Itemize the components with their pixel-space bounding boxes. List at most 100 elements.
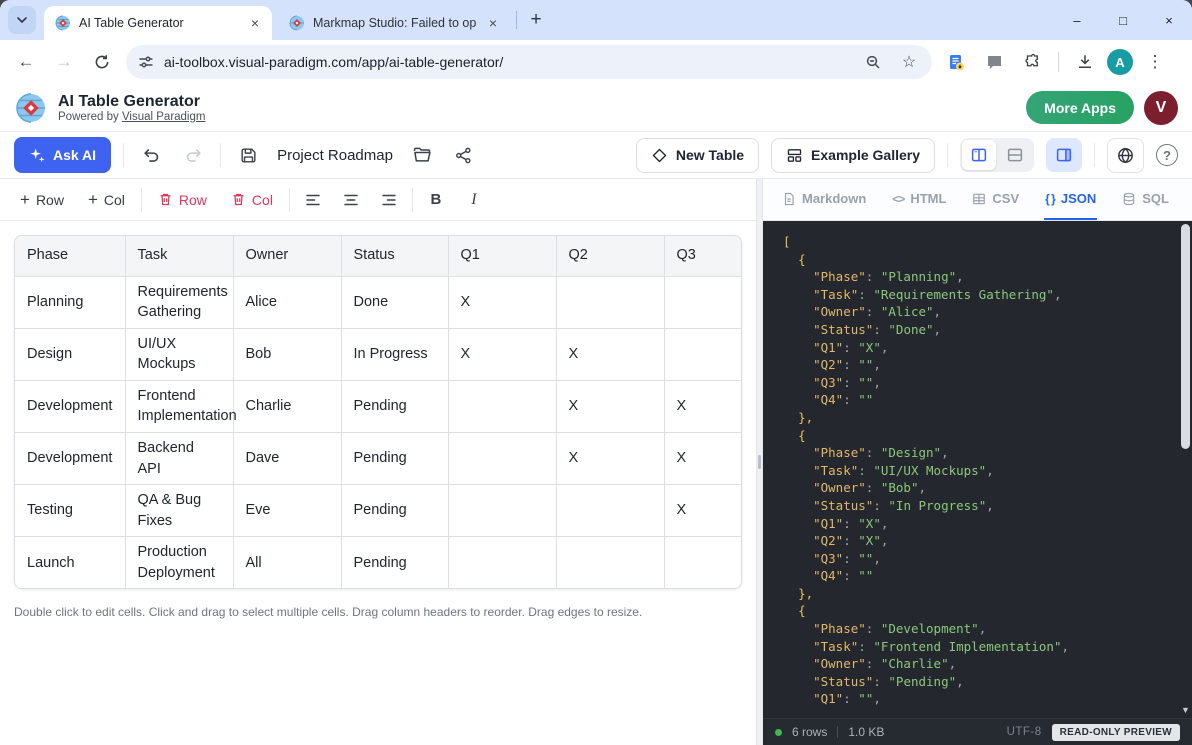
reading-mode-icon[interactable] xyxy=(940,46,972,78)
column-header[interactable]: Q3 xyxy=(664,236,741,276)
tab-close-icon[interactable]: × xyxy=(484,14,502,32)
table-cell[interactable] xyxy=(448,380,556,432)
align-center-icon[interactable] xyxy=(336,185,366,215)
column-header[interactable]: Phase xyxy=(15,236,125,276)
table-cell[interactable]: Pending xyxy=(341,380,448,432)
table-cell[interactable] xyxy=(556,537,664,589)
column-header[interactable]: Q2 xyxy=(556,236,664,276)
table-cell[interactable] xyxy=(556,485,664,537)
delete-row-button[interactable]: Row xyxy=(150,185,215,215)
table-cell[interactable]: Charlie xyxy=(233,380,341,432)
extensions-puzzle-icon[interactable] xyxy=(1016,46,1048,78)
table-cell[interactable]: X xyxy=(556,432,664,484)
browser-menu-icon[interactable]: ⋮ xyxy=(1139,46,1171,78)
table-cell[interactable]: Alice xyxy=(233,276,341,328)
table-cell[interactable]: X xyxy=(556,380,664,432)
table-cell[interactable] xyxy=(448,485,556,537)
tab-json[interactable]: { } JSON xyxy=(1044,179,1097,220)
redo-button[interactable] xyxy=(178,140,208,170)
table-cell[interactable]: Launch xyxy=(15,537,125,589)
column-header[interactable]: Status xyxy=(341,236,448,276)
tab-close-icon[interactable]: × xyxy=(246,14,264,32)
language-globe-icon[interactable] xyxy=(1107,138,1144,173)
table-cell[interactable]: Design xyxy=(15,328,125,380)
table-cell[interactable]: All xyxy=(233,537,341,589)
ask-ai-button[interactable]: Ask AI xyxy=(14,137,111,173)
address-bar[interactable]: ai-toolbox.visual-paradigm.com/app/ai-ta… xyxy=(126,45,932,79)
table-cell[interactable]: X xyxy=(664,380,741,432)
more-apps-button[interactable]: More Apps xyxy=(1026,91,1134,124)
add-row-button[interactable]: + Row xyxy=(12,185,72,215)
table-cell[interactable]: Development xyxy=(15,432,125,484)
table-cell[interactable]: Planning xyxy=(15,276,125,328)
table-cell[interactable] xyxy=(664,537,741,589)
share-icon[interactable] xyxy=(449,140,479,170)
table-cell[interactable] xyxy=(556,276,664,328)
new-table-button[interactable]: New Table xyxy=(636,138,759,173)
code-scrollbar[interactable]: ▼ xyxy=(1178,221,1192,718)
table-cell[interactable]: Bob xyxy=(233,328,341,380)
reload-button[interactable] xyxy=(86,46,118,78)
column-header[interactable]: Task xyxy=(125,236,233,276)
align-left-icon[interactable] xyxy=(298,185,328,215)
table-cell[interactable] xyxy=(448,432,556,484)
back-button[interactable]: ← xyxy=(10,46,42,78)
browser-profile-avatar[interactable]: A xyxy=(1107,49,1133,75)
new-tab-button[interactable]: + xyxy=(523,7,549,33)
table-cell[interactable]: Production Deployment xyxy=(125,537,233,589)
table-cell[interactable]: QA & Bug Fixes xyxy=(125,485,233,537)
comment-icon[interactable] xyxy=(978,46,1010,78)
tab-sql[interactable]: SQL xyxy=(1121,179,1170,220)
tab-search-button[interactable] xyxy=(8,6,36,34)
user-avatar[interactable]: V xyxy=(1144,91,1178,125)
save-icon[interactable] xyxy=(233,140,263,170)
table-cell[interactable]: In Progress xyxy=(341,328,448,380)
bookmark-star-icon[interactable]: ☆ xyxy=(896,49,922,75)
visual-paradigm-link[interactable]: Visual Paradigm xyxy=(122,111,206,123)
table-cell[interactable]: Backend API xyxy=(125,432,233,484)
table-cell[interactable]: Eve xyxy=(233,485,341,537)
table-cell[interactable]: UI/UX Mockups xyxy=(125,328,233,380)
maximize-button[interactable]: □ xyxy=(1100,0,1146,40)
add-col-button[interactable]: + Col xyxy=(80,185,133,215)
scrollbar-thumb[interactable] xyxy=(1181,224,1190,449)
zoom-indicator-icon[interactable] xyxy=(860,49,886,75)
delete-col-button[interactable]: Col xyxy=(223,185,281,215)
downloads-icon[interactable] xyxy=(1069,46,1101,78)
table-cell[interactable]: X xyxy=(664,485,741,537)
table-cell[interactable]: X xyxy=(448,276,556,328)
tab-csv[interactable]: CSV xyxy=(971,179,1020,220)
table-cell[interactable]: Requirements Gathering xyxy=(125,276,233,328)
document-title[interactable]: Project Roadmap xyxy=(277,147,393,164)
table-cell[interactable]: Pending xyxy=(341,485,448,537)
panel-right-toggle[interactable] xyxy=(1046,138,1082,172)
scroll-down-arrow[interactable]: ▼ xyxy=(1181,706,1190,715)
tab-markdown[interactable]: Markdown xyxy=(781,179,867,220)
help-icon[interactable]: ? xyxy=(1156,144,1178,166)
table-cell[interactable]: X xyxy=(448,328,556,380)
json-code[interactable]: [ { "Phase": "Planning", "Task": "Requir… xyxy=(763,221,1192,708)
align-right-icon[interactable] xyxy=(374,185,404,215)
browser-tab-inactive[interactable]: Markmap Studio: Failed to ope × xyxy=(278,6,510,40)
panel-splitter[interactable] xyxy=(756,179,763,745)
tab-html[interactable]: <> HTML xyxy=(891,179,947,220)
table-cell[interactable]: Done xyxy=(341,276,448,328)
table-cell[interactable] xyxy=(448,537,556,589)
table-cell[interactable]: X xyxy=(664,432,741,484)
table-cell[interactable] xyxy=(664,276,741,328)
browser-tab-active[interactable]: AI Table Generator × xyxy=(44,6,272,40)
table-cell[interactable]: Pending xyxy=(341,432,448,484)
url-text[interactable]: ai-toolbox.visual-paradigm.com/app/ai-ta… xyxy=(164,54,850,70)
site-settings-icon[interactable] xyxy=(138,54,154,70)
minimize-button[interactable]: – xyxy=(1054,0,1100,40)
forward-button[interactable]: → xyxy=(48,46,80,78)
column-header[interactable]: Q1 xyxy=(448,236,556,276)
table-cell[interactable]: Frontend Implementation xyxy=(125,380,233,432)
table-cell[interactable]: Development xyxy=(15,380,125,432)
bold-button[interactable]: B xyxy=(421,185,451,215)
table-cell[interactable]: Pending xyxy=(341,537,448,589)
split-horizontal-icon[interactable] xyxy=(998,140,1032,170)
open-folder-icon[interactable] xyxy=(407,140,437,170)
table-cell[interactable] xyxy=(664,328,741,380)
example-gallery-button[interactable]: Example Gallery xyxy=(771,138,935,173)
